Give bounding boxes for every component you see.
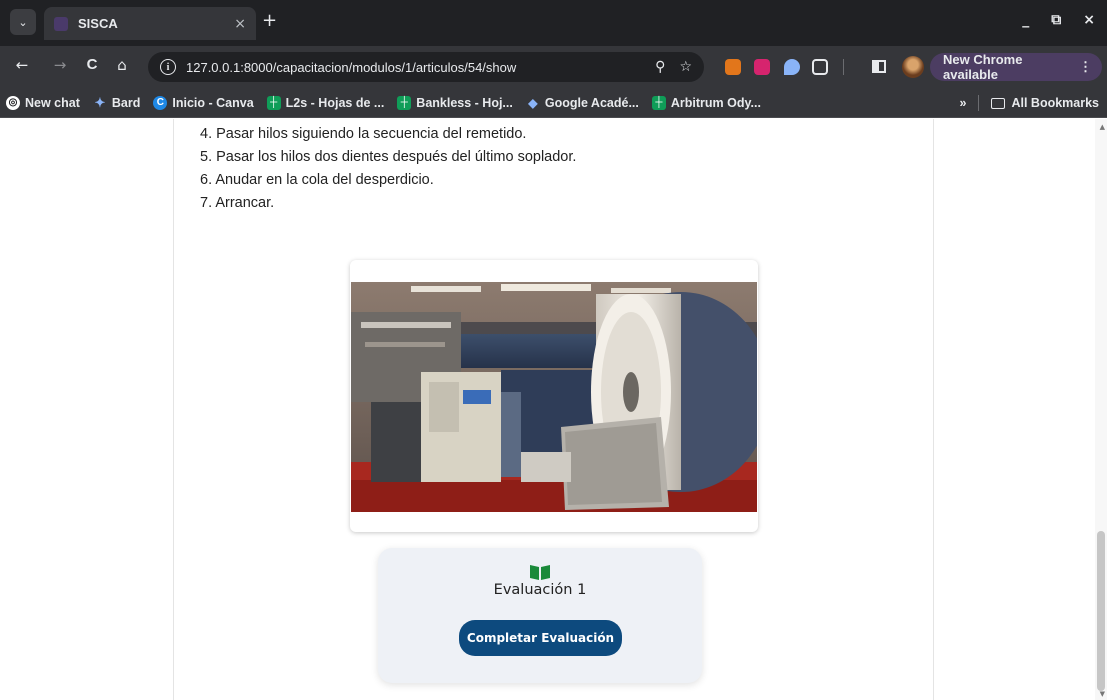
tab-strip: ⌄ SISCA × + _ ⧉ × — [0, 0, 1107, 46]
list-item: 5. Pasar los hilos dos dientes después d… — [200, 149, 577, 165]
sheets-icon: ┼ — [397, 95, 412, 110]
sheets-icon: ┼ — [266, 95, 281, 110]
close-tab-icon[interactable]: × — [234, 16, 246, 32]
metamask-extension-icon[interactable] — [725, 59, 741, 75]
sheets-icon: ┼ — [651, 95, 666, 110]
browser-toolbar: ← → C ⌂ i 127.0.0.1:8000/capacitacion/mo… — [0, 46, 1107, 88]
extensions-puzzle-icon[interactable] — [812, 59, 828, 75]
extension-icon[interactable] — [754, 59, 770, 75]
bookmarks-right: » All Bookmarks — [960, 95, 1099, 111]
forward-icon[interactable]: → — [50, 56, 70, 74]
industrial-loom-image — [351, 282, 757, 512]
extension-icon[interactable] — [784, 59, 800, 75]
openai-icon: ◎ — [6, 95, 20, 110]
bookmark-label: L2s - Hojas de ... — [285, 95, 385, 110]
bookmark-divider — [978, 95, 980, 111]
bookmark-label: New chat — [25, 95, 80, 110]
profile-avatar[interactable] — [902, 56, 924, 78]
toolbar-divider — [843, 59, 844, 75]
reload-icon[interactable]: C — [82, 56, 102, 73]
list-item: 4. Pasar hilos siguiendo la secuencia de… — [200, 126, 527, 142]
scroll-thumb[interactable] — [1097, 531, 1105, 691]
bookmark-item[interactable]: C Inicio - Canva — [153, 95, 254, 110]
bookmark-star-icon[interactable]: ☆ — [679, 59, 692, 75]
close-window-button[interactable]: × — [1083, 12, 1095, 28]
loom-photo — [351, 282, 757, 512]
scroll-down-icon[interactable]: ▼ — [1100, 690, 1105, 698]
update-chrome-button[interactable]: New Chrome available ⋮ — [930, 52, 1102, 82]
evaluation-card: Evaluación 1 Completar Evaluación — [378, 548, 702, 683]
all-bookmarks-button[interactable]: All Bookmarks — [1011, 96, 1099, 110]
new-tab-button[interactable]: + — [262, 11, 277, 31]
bookmark-item[interactable]: ┼ Arbitrum Ody... — [651, 95, 761, 110]
restore-button[interactable]: ⧉ — [1051, 12, 1061, 28]
address-bar[interactable]: i 127.0.0.1:8000/capacitacion/modulos/1/… — [148, 52, 704, 82]
book-icon — [530, 565, 550, 580]
bookmark-label: Inicio - Canva — [172, 95, 254, 110]
bookmark-item[interactable]: ✦ Bard — [93, 94, 141, 110]
scholar-icon: ◆ — [528, 95, 538, 110]
bookmark-label: Google Acadé... — [544, 95, 639, 110]
bookmark-item[interactable]: ┼ Bankless - Hoj... — [397, 95, 513, 110]
bookmark-label: Bankless - Hoj... — [416, 95, 513, 110]
update-label: New Chrome available — [943, 52, 1023, 82]
article-column: 4. Pasar hilos siguiendo la secuencia de… — [173, 119, 934, 700]
zoom-icon[interactable]: ⚲ — [655, 59, 665, 75]
list-item: 7. Arrancar. — [200, 195, 275, 211]
bookmark-item[interactable]: ◎ New chat — [6, 95, 80, 110]
complete-evaluation-button[interactable]: Completar Evaluación — [459, 620, 622, 656]
side-panel-icon[interactable] — [872, 60, 886, 73]
canva-icon: C — [153, 95, 168, 110]
menu-dots-icon[interactable]: ⋮ — [1079, 59, 1092, 75]
image-card — [350, 260, 758, 532]
bookmark-item[interactable]: ◆ Google Acadé... — [526, 96, 639, 110]
window-controls: _ ⧉ × — [1022, 12, 1095, 28]
evaluation-title: Evaluación 1 — [493, 582, 587, 598]
back-icon[interactable]: ← — [12, 56, 32, 74]
tab-sisca[interactable]: SISCA × — [44, 7, 256, 40]
steps-list: 4. Pasar hilos siguiendo la secuencia de… — [200, 123, 576, 215]
tab-title: SISCA — [78, 16, 118, 31]
sparkle-icon: ✦ — [94, 94, 106, 110]
bookmark-label: Arbitrum Ody... — [670, 95, 761, 110]
scroll-up-icon[interactable]: ▲ — [1100, 123, 1105, 131]
list-item: 6. Anudar en la cola del desperdicio. — [200, 172, 434, 188]
bookmarks-bar: ◎ New chat ✦ Bard C Inicio - Canva ┼ L2s… — [0, 88, 1107, 118]
page-scrollbar[interactable]: ▲ ▼ — [1095, 119, 1107, 700]
bookmark-item[interactable]: ┼ L2s - Hojas de ... — [266, 95, 385, 110]
bookmarks-overflow-button[interactable]: » — [960, 96, 967, 110]
minimize-button[interactable]: _ — [1022, 12, 1029, 28]
site-info-icon[interactable]: i — [160, 59, 176, 75]
chevron-down-icon: ⌄ — [18, 15, 28, 29]
home-icon[interactable]: ⌂ — [112, 56, 132, 74]
folder-icon — [991, 97, 1006, 109]
favicon-icon — [54, 16, 68, 31]
tab-search-button[interactable]: ⌄ — [10, 9, 36, 35]
url-text[interactable]: 127.0.0.1:8000/capacitacion/modulos/1/ar… — [186, 60, 641, 75]
page-viewport: 4. Pasar hilos siguiendo la secuencia de… — [0, 119, 1107, 700]
bookmark-label: Bard — [111, 95, 141, 110]
